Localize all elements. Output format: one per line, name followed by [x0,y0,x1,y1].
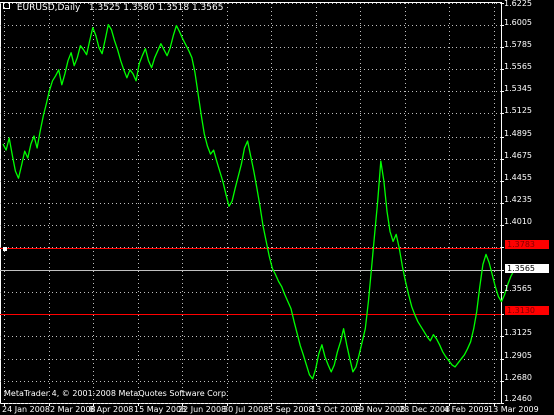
x-tick-label: 19 Nov 2008 [354,405,406,414]
y-tick-label: 1.6005 [504,18,532,27]
y-tick-label: 1.5125 [504,106,532,115]
y-tick-label: 1.5785 [504,40,532,49]
ohlc-values: 1.3525 1.3580 1.3518 1.3565 [88,3,224,13]
y-tick-label: 1.4010 [504,217,532,226]
x-tick-label: 24 Jan 2008 [2,405,50,414]
y-tick-label: 1.6225 [504,0,532,8]
y-tick-label: 1.2680 [504,373,532,382]
y-tick-label: 1.5565 [504,62,532,71]
x-tick-label: 22 Jun 2008 [178,405,227,414]
y-tick-label: 1.3125 [504,328,532,337]
y-tick-label: 1.4455 [504,173,532,182]
y-tick-label: 1.2905 [504,351,532,360]
y-tick-label: 1.5345 [504,84,532,93]
chart-header: EURUSD,Daily 1.3525 1.3580 1.3518 1.3565 [3,2,223,13]
chart-window[interactable]: EURUSD,Daily 1.3525 1.3580 1.3518 1.3565… [0,0,554,415]
x-tick-label: 8 Apr 2008 [89,405,134,414]
y-tick-label: 1.4895 [504,129,532,138]
hline-price-tag-lower: 1.3130 [505,306,549,315]
price-series-line [2,23,518,380]
chart-menu-icon[interactable] [3,2,10,9]
y-tick-label: 1.2460 [504,394,532,403]
symbol-label: EURUSD,Daily [16,3,81,13]
x-tick-label: 5 Sep 2008 [268,405,314,414]
current-price-tag: 1.3565 [505,264,549,273]
x-tick-label: 13 Mar 2009 [488,405,539,414]
price-chart[interactable] [0,0,554,415]
y-tick-label: 1.4675 [504,151,532,160]
copyright-text: MetaTrader 4, © 2001-2008 MetaQuotes Sof… [4,389,229,398]
x-tick-label: 4 Feb 2009 [444,405,489,414]
x-tick-label: 30 Jul 2008 [223,405,269,414]
x-tick-label: 28 Dec 2008 [399,405,451,414]
hline-anchor [3,247,7,251]
y-tick-label: 1.3565 [504,284,532,293]
y-tick-label: 1.4235 [504,195,532,204]
hline-price-tag-upper: 1.3783 [505,240,549,249]
